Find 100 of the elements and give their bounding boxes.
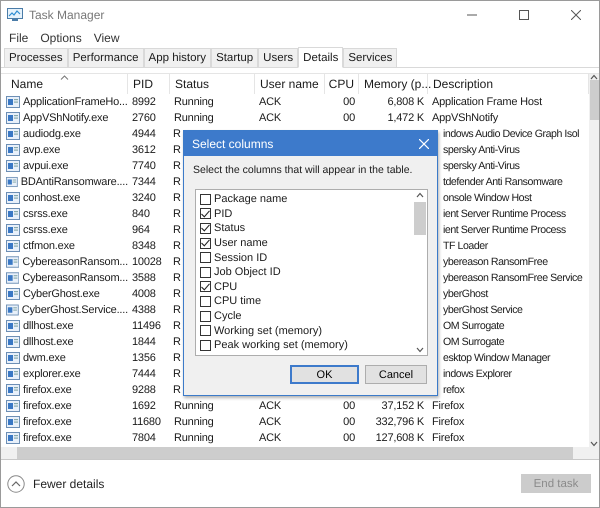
scroll-down-icon[interactable] <box>416 347 424 353</box>
dialog-button[interactable]: OK <box>290 365 359 384</box>
status-cell-text: R <box>172 272 181 284</box>
checkbox[interactable] <box>200 222 211 234</box>
column-header[interactable]: User name <box>255 74 325 94</box>
tab[interactable]: Startup <box>211 48 258 67</box>
memory-cell-text: 1,472 K <box>386 112 425 124</box>
tab[interactable]: Performance <box>68 48 144 67</box>
process-name: audiodg.exe <box>23 128 81 140</box>
checkbox[interactable] <box>200 281 211 292</box>
checkbox[interactable] <box>200 194 211 205</box>
app-window-icon <box>6 320 20 332</box>
scroll-up-icon[interactable] <box>416 192 424 198</box>
column-header[interactable]: PID <box>128 74 170 94</box>
scrollbar-thumb[interactable] <box>414 202 426 235</box>
fewer-details-button[interactable]: Fewer details <box>7 474 104 492</box>
menu-item[interactable]: Options <box>36 31 86 45</box>
status-cell-text: R <box>172 368 181 380</box>
process-name: firefox.exe <box>23 400 72 412</box>
menu-item[interactable]: File <box>5 31 32 45</box>
checkbox-label: CPU time <box>214 295 262 308</box>
cpu-cell-text: 00 <box>342 96 356 108</box>
status-cell-text: Running <box>173 112 215 124</box>
description-cell-text: spersky Anti-Virus <box>442 144 520 156</box>
scroll-up-icon[interactable] <box>590 74 598 80</box>
app-window-icon <box>6 112 20 124</box>
status-cell-text: Running <box>173 96 215 108</box>
process-name: CyberGhost.exe <box>23 288 100 300</box>
checkbox[interactable] <box>200 310 211 322</box>
pid-cell-text: 1844 <box>131 336 157 348</box>
pid-cell-text: 1692 <box>131 400 157 412</box>
pid-cell-text: 964 <box>131 224 151 236</box>
description-cell-text: Application Frame Host <box>431 96 544 108</box>
window-title: Task Manager <box>29 8 106 22</box>
tab[interactable]: App history <box>144 48 212 67</box>
maximize-icon[interactable] <box>519 10 529 20</box>
checkbox-label: Cycle <box>214 310 242 322</box>
column-header[interactable]: CPU <box>325 74 359 94</box>
pid-cell-text: 11680 <box>131 416 162 428</box>
scroll-down-icon[interactable] <box>590 441 598 447</box>
checkbox-label: Status <box>214 222 246 234</box>
app-window-icon <box>6 336 20 348</box>
app-window-icon <box>6 352 20 364</box>
tab[interactable]: Details <box>298 47 344 68</box>
cpu-cell-text: 00 <box>342 432 356 444</box>
list-scrollbar[interactable] <box>413 190 427 355</box>
process-name: ApplicationFrameHo... <box>23 96 128 108</box>
checkbox[interactable] <box>200 296 211 307</box>
description-cell-text: tdefender Anti Ransomware <box>442 176 562 188</box>
app-window-icon <box>6 176 18 188</box>
cpu-cell-text: 00 <box>342 112 356 124</box>
tab[interactable]: Users <box>258 48 298 67</box>
pid-cell-text: 4008 <box>131 288 157 300</box>
checkbox-label: Session ID <box>214 252 268 264</box>
process-name: BDAntiRansomware.... <box>20 176 128 188</box>
pid-cell-text: 10028 <box>131 256 163 268</box>
process-name: firefox.exe <box>23 416 72 428</box>
menu-item[interactable]: View <box>90 31 124 45</box>
checkbox[interactable] <box>200 252 211 264</box>
description-cell-text: indows Explorer <box>442 368 512 380</box>
description-cell-text: refox <box>442 384 464 396</box>
checkbox[interactable] <box>200 325 211 336</box>
status-cell-text: R <box>172 288 181 300</box>
checkbox-label: PID <box>214 208 232 220</box>
description-cell-text: ient Server Runtime Process <box>442 224 566 236</box>
pid-cell-text: 8992 <box>131 96 157 108</box>
status-cell-text: R <box>172 160 181 172</box>
checkbox[interactable] <box>200 340 211 351</box>
tab[interactable]: Processes <box>4 48 68 67</box>
process-name: avp.exe <box>23 144 60 156</box>
description-cell-text: OM Surrogate <box>442 336 504 348</box>
checkbox[interactable] <box>200 238 211 249</box>
checkbox-label: Job Object ID <box>214 266 281 278</box>
checkbox-label: Working set (memory) <box>214 324 322 337</box>
column-header[interactable]: Memory (p... <box>359 74 428 94</box>
close-icon[interactable] <box>571 10 581 20</box>
status-cell-text: Running <box>173 432 215 444</box>
scrollbar-thumb[interactable] <box>590 80 598 120</box>
status-cell-text: R <box>172 240 181 252</box>
pid-cell-text: 4944 <box>131 128 157 140</box>
vertical-scrollbar[interactable] <box>589 74 599 459</box>
tab[interactable]: Services <box>343 48 398 67</box>
description-cell-text: Firefox <box>431 416 466 428</box>
pid-cell-text: 840 <box>131 208 151 220</box>
checkbox[interactable] <box>200 266 211 278</box>
status-cell-text: R <box>172 176 181 188</box>
status-cell-text: R <box>172 336 181 348</box>
description-cell-text: OM Surrogate <box>442 320 504 332</box>
dialog-message: Select the columns that will appear in the table. <box>192 163 414 178</box>
minimize-icon[interactable] <box>467 14 477 16</box>
column-header[interactable]: Name <box>1 74 128 94</box>
checkbox[interactable] <box>200 208 211 220</box>
memory-cell-text: 332,796 K <box>374 416 425 428</box>
app-window-icon <box>6 224 20 236</box>
description-cell-text: Firefox <box>431 432 466 444</box>
column-header[interactable]: Status <box>170 74 255 94</box>
user-name-cell-text: ACK <box>258 96 282 108</box>
collapse-chevron-icon <box>7 474 25 492</box>
process-name: CyberGhost.Service.... <box>22 304 128 316</box>
dialog-button[interactable]: Cancel <box>365 365 427 384</box>
